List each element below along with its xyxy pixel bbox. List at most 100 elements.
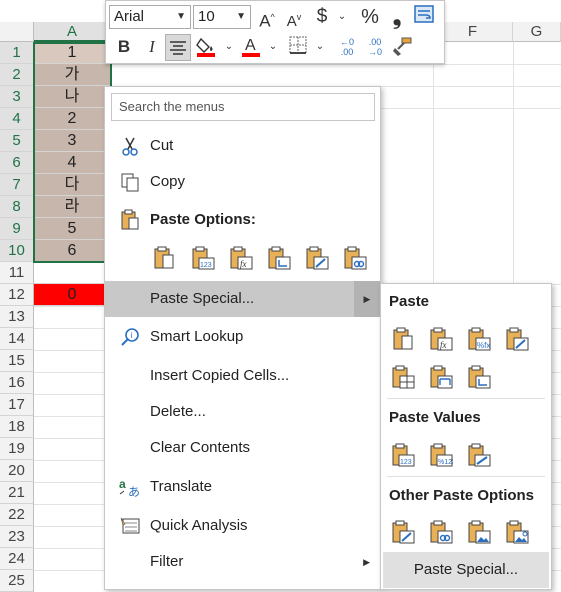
row-header-1[interactable]: 1: [0, 42, 34, 64]
paste-values-number-format-icon[interactable]: %123: [427, 441, 455, 469]
paste-options-heading: Paste Options:: [150, 211, 256, 228]
paste-values-icon[interactable]: 123: [389, 441, 417, 469]
row-header-11[interactable]: 11: [0, 262, 34, 284]
row-header-3[interactable]: 3: [0, 86, 34, 108]
paste-formulas-number-format-icon[interactable]: %fx: [465, 325, 493, 353]
row-header-16[interactable]: 16: [0, 372, 34, 394]
font-size-combo[interactable]: 10 ▼: [193, 5, 251, 29]
row-header-12[interactable]: 12: [0, 284, 34, 306]
paste-special-dialog-button[interactable]: Paste Special...: [383, 552, 549, 588]
paste-values-icon[interactable]: 123: [189, 244, 217, 272]
comma-style-button[interactable]: ❟: [387, 5, 407, 29]
svg-text:A: A: [245, 37, 256, 54]
decrease-decimal-button[interactable]: .00 →0: [362, 35, 388, 61]
paste-formatting-icon[interactable]: [389, 518, 417, 546]
menu-item-translate[interactable]: aあ Translate: [105, 470, 380, 504]
row-header-22[interactable]: 22: [0, 504, 34, 526]
chevron-down-icon[interactable]: ⌄: [223, 35, 235, 59]
row-header-23[interactable]: 23: [0, 526, 34, 548]
shrink-font-icon: A: [286, 13, 297, 30]
paste-picture-icon[interactable]: [465, 518, 493, 546]
cell-a2[interactable]: 가: [34, 64, 111, 86]
cell-a1[interactable]: 1: [34, 42, 111, 64]
row-header-9[interactable]: 9: [0, 218, 34, 240]
search-menus-input[interactable]: Search the menus: [111, 93, 375, 121]
select-all-corner[interactable]: [0, 22, 34, 42]
paste-formulas-icon[interactable]: fx: [427, 325, 455, 353]
paste-values-source-formatting-icon[interactable]: [465, 441, 493, 469]
row-header-19[interactable]: 19: [0, 438, 34, 460]
paste-keep-column-widths-icon[interactable]: [427, 363, 455, 391]
row-header-2[interactable]: 2: [0, 64, 34, 86]
row-header-4[interactable]: 4: [0, 108, 34, 130]
column-header-f[interactable]: F: [433, 22, 513, 42]
percent-button[interactable]: %: [358, 5, 382, 29]
paste-formulas-icon[interactable]: fx: [227, 244, 255, 272]
cell-a4[interactable]: 2: [34, 108, 111, 130]
font-name-combo[interactable]: Arial ▼: [109, 5, 191, 29]
format-painter-button[interactable]: [392, 35, 418, 59]
menu-item-quick-analysis[interactable]: Quick Analysis: [105, 509, 380, 543]
center-align-button[interactable]: [165, 34, 191, 61]
paste-linked-picture-icon[interactable]: [503, 518, 531, 546]
paintbrush-icon: [393, 37, 412, 56]
menu-item-clear-contents[interactable]: Clear Contents: [105, 431, 380, 465]
chevron-down-icon[interactable]: ⌄: [335, 5, 349, 29]
decrease-font-size-button[interactable]: Av: [282, 5, 306, 30]
currency-button[interactable]: $: [312, 5, 332, 29]
menu-item-delete[interactable]: Delete...: [105, 395, 380, 429]
chevron-down-icon[interactable]: ⌄: [267, 35, 279, 59]
row-header-20[interactable]: 20: [0, 460, 34, 482]
row-header-24[interactable]: 24: [0, 548, 34, 570]
menu-item-label: Translate: [150, 478, 212, 495]
cell-a5[interactable]: 3: [34, 130, 111, 152]
row-header-6[interactable]: 6: [0, 152, 34, 174]
paste-link-icon[interactable]: [341, 244, 369, 272]
increase-decimal-button[interactable]: ←0 .00: [334, 35, 360, 61]
fill-color-button[interactable]: [195, 35, 221, 59]
borders-button[interactable]: [288, 35, 312, 59]
column-header-g[interactable]: G: [513, 22, 561, 42]
row-header-14[interactable]: 14: [0, 328, 34, 350]
column-header-a[interactable]: A: [34, 22, 111, 42]
paste-icon[interactable]: [150, 244, 178, 272]
row-header-21[interactable]: 21: [0, 482, 34, 504]
chevron-down-icon[interactable]: ⌄: [314, 35, 326, 59]
context-menu: Search the menus Cut Copy Paste Options:…: [104, 86, 381, 590]
menu-item-cut[interactable]: Cut: [105, 129, 380, 163]
row-header-25[interactable]: 25: [0, 570, 34, 592]
wrap-text-button[interactable]: [414, 5, 438, 29]
menu-item-filter[interactable]: Filter ▶: [105, 545, 380, 579]
cell-a8[interactable]: 라: [34, 196, 111, 218]
increase-font-size-button[interactable]: A^: [255, 5, 279, 31]
row-header-18[interactable]: 18: [0, 416, 34, 438]
menu-item-smart-lookup[interactable]: i Smart Lookup: [105, 320, 380, 354]
paste-transpose-icon[interactable]: [465, 363, 493, 391]
menu-item-copy[interactable]: Copy: [105, 165, 380, 199]
row-header-17[interactable]: 17: [0, 394, 34, 416]
cell-a9[interactable]: 5: [34, 218, 111, 240]
menu-item-insert-copied-cells[interactable]: Insert Copied Cells...: [105, 359, 380, 393]
cell-a3[interactable]: 나: [34, 86, 111, 108]
paste-icon[interactable]: [389, 325, 417, 353]
font-color-button[interactable]: A: [240, 35, 266, 59]
italic-button[interactable]: I: [142, 35, 162, 59]
cell-a6[interactable]: 4: [34, 152, 111, 174]
paste-formatting-icon[interactable]: [303, 244, 331, 272]
row-header-13[interactable]: 13: [0, 306, 34, 328]
cell-a7[interactable]: 다: [34, 174, 111, 196]
cell-a12[interactable]: 0: [34, 284, 111, 306]
row-header-5[interactable]: 5: [0, 130, 34, 152]
paste-link-icon[interactable]: [427, 518, 455, 546]
row-header-10[interactable]: 10: [0, 240, 34, 262]
bold-button[interactable]: B: [114, 35, 134, 59]
row-header-7[interactable]: 7: [0, 174, 34, 196]
cell-a11[interactable]: [34, 262, 111, 284]
menu-item-paste-special[interactable]: Paste Special... ▶: [105, 281, 380, 317]
paste-transpose-icon[interactable]: [265, 244, 293, 272]
row-header-15[interactable]: 15: [0, 350, 34, 372]
paste-no-borders-icon[interactable]: [389, 363, 417, 391]
paste-keep-source-formatting-icon[interactable]: [503, 325, 531, 353]
row-header-8[interactable]: 8: [0, 196, 34, 218]
cell-a10[interactable]: 6: [34, 240, 111, 262]
